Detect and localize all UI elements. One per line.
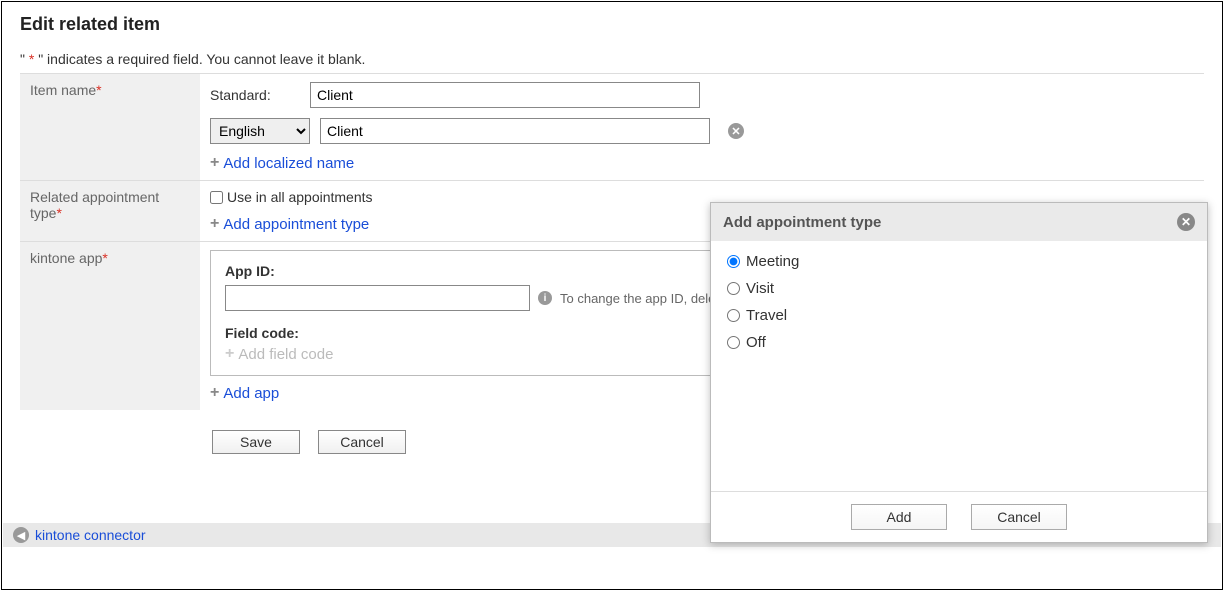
radio-meeting[interactable] <box>727 255 740 268</box>
clear-localized-icon[interactable]: ✕ <box>728 123 744 139</box>
radio-label: Off <box>746 334 766 351</box>
standard-name-input[interactable] <box>310 82 700 108</box>
radio-off[interactable] <box>727 336 740 349</box>
item-name-label: Item name <box>30 82 96 98</box>
add-type-text: Add appointment type <box>223 216 369 233</box>
dialog-title: Add appointment type <box>723 214 881 231</box>
breadcrumb-link[interactable]: kintone connector <box>35 527 146 543</box>
add-app-link[interactable]: + Add app <box>210 384 279 402</box>
required-field-note: " * " indicates a required field. You ca… <box>2 41 1222 73</box>
radio-travel[interactable] <box>727 309 740 322</box>
localized-name-input[interactable] <box>320 118 710 144</box>
plus-icon: + <box>210 384 219 402</box>
use-all-appointments-checkbox[interactable] <box>210 191 223 204</box>
use-all-label: Use in all appointments <box>227 189 373 205</box>
info-icon: i <box>538 291 552 305</box>
add-field-code-link: + Add field code <box>225 345 333 363</box>
add-localized-text: Add localized name <box>223 155 354 172</box>
add-appointment-type-link[interactable]: + Add appointment type <box>210 215 369 233</box>
add-field-code-text: Add field code <box>238 346 333 363</box>
cancel-button[interactable]: Cancel <box>318 430 406 454</box>
kintone-app-label: kintone app <box>30 250 102 266</box>
required-mark: * <box>56 205 61 221</box>
required-mark: * <box>102 250 107 266</box>
required-mark: * <box>96 82 101 98</box>
plus-icon: + <box>225 345 234 363</box>
note-prefix: " <box>20 51 29 67</box>
language-select[interactable]: English <box>210 118 310 144</box>
radio-label: Visit <box>746 280 774 297</box>
plus-icon: + <box>210 154 219 172</box>
dialog-cancel-button[interactable]: Cancel <box>971 504 1067 530</box>
close-icon[interactable]: ✕ <box>1177 213 1195 231</box>
app-id-hint: To change the app ID, delete <box>560 291 726 306</box>
related-type-label: Related appointment type <box>30 189 159 221</box>
page-title: Edit related item <box>2 2 1222 41</box>
radio-visit[interactable] <box>727 282 740 295</box>
add-app-text: Add app <box>223 385 279 402</box>
back-arrow-icon[interactable]: ◀ <box>13 527 29 543</box>
plus-icon: + <box>210 215 219 233</box>
add-localized-name-link[interactable]: + Add localized name <box>210 154 354 172</box>
app-id-input[interactable] <box>225 285 530 311</box>
dialog-add-button[interactable]: Add <box>851 504 947 530</box>
add-appointment-type-dialog: Add appointment type ✕ Meeting Visit Tra… <box>710 202 1208 543</box>
radio-label: Travel <box>746 307 787 324</box>
standard-label: Standard: <box>210 87 310 103</box>
save-button[interactable]: Save <box>212 430 300 454</box>
radio-label: Meeting <box>746 253 799 270</box>
note-suffix: " indicates a required field. You cannot… <box>34 51 365 67</box>
